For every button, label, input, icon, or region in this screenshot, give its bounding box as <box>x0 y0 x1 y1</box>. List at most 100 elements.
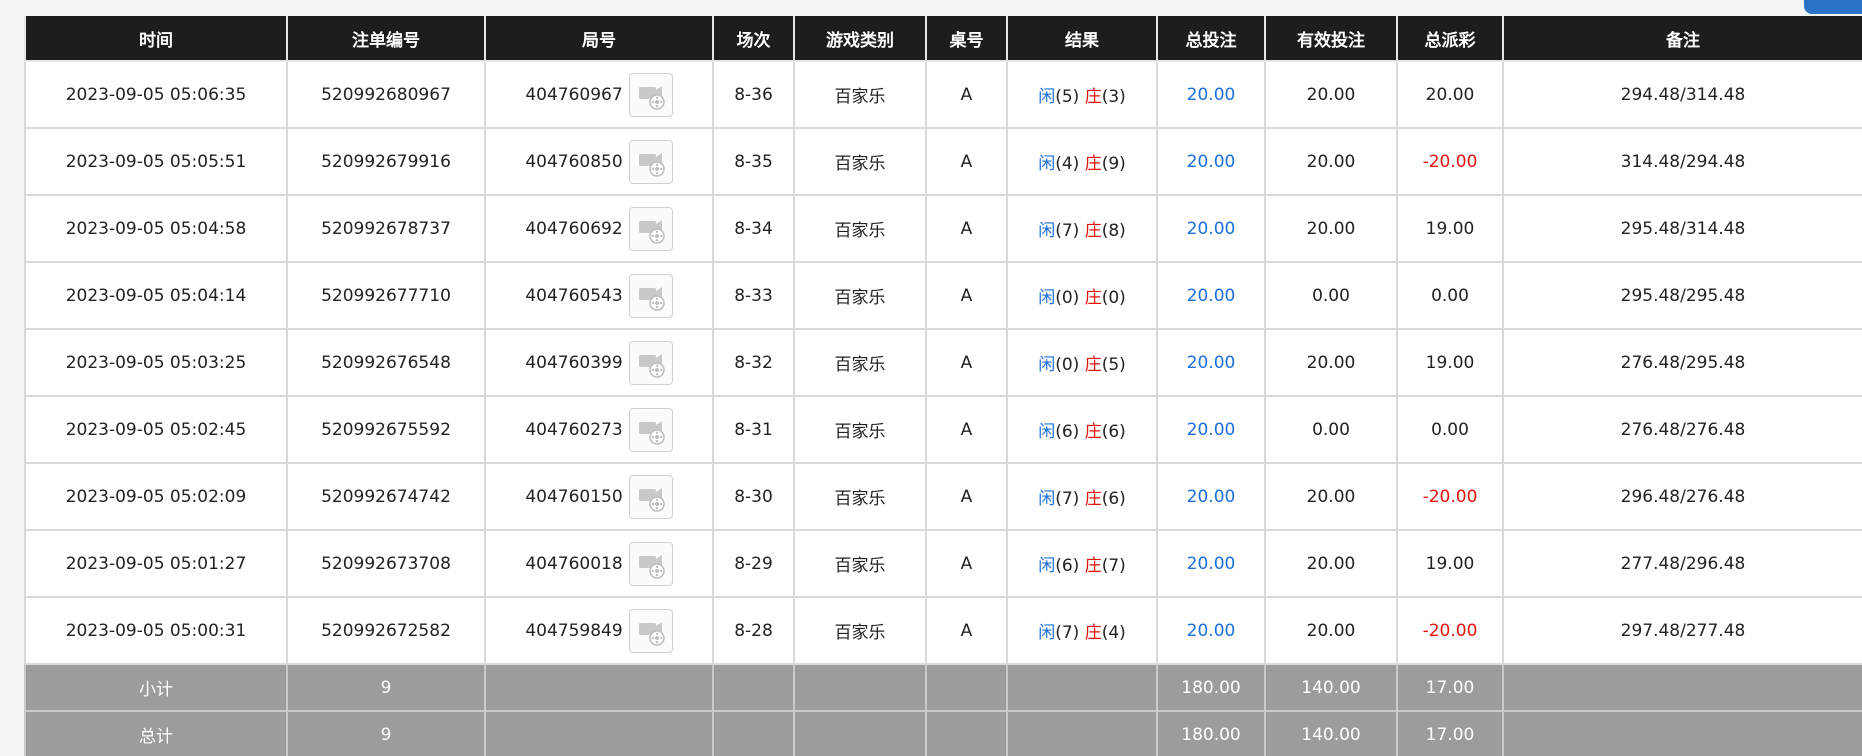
total-count: 9 <box>286 710 486 756</box>
result-banker-label: 庄 <box>1084 489 1102 509</box>
total-empty <box>1502 710 1862 756</box>
header-table: 桌号 <box>925 16 1008 62</box>
total-valid-bet: 140.00 <box>1264 663 1398 712</box>
cell-session: 8-33 <box>712 261 795 330</box>
round-number: 404760692 <box>525 218 623 239</box>
result-player-points: (7) <box>1055 623 1080 643</box>
table-body: 2023-09-05 05:06:35 520992680967 404760967… <box>24 60 1862 665</box>
cell-payout: 19.00 <box>1396 529 1504 598</box>
header-session: 场次 <box>712 16 795 62</box>
result-banker-points: (7) <box>1101 556 1126 576</box>
cell-table: A <box>925 529 1008 598</box>
cell-table: A <box>925 261 1008 330</box>
cell-result: 闲(7) 庄(6) <box>1006 462 1158 531</box>
result-player-label: 闲 <box>1038 489 1056 509</box>
subtotal-row: 小计 9 180.00 140.00 17.00 <box>24 663 1862 712</box>
video-replay-icon[interactable] <box>628 608 673 653</box>
cell-game-type: 百家乐 <box>793 261 927 330</box>
cell-time: 2023-09-05 05:04:58 <box>24 194 288 263</box>
cell-bet-id: 520992672582 <box>286 596 486 665</box>
cell-bet-id: 520992674742 <box>286 462 486 531</box>
bet-history-page: 时间 注单编号 局号 场次 游戏类别 桌号 结果 总投注 有效投注 总派彩 备注… <box>0 0 1862 756</box>
round-number: 404759849 <box>525 620 623 641</box>
table-row: 2023-09-05 05:02:45 520992675592 404760273… <box>24 395 1862 464</box>
video-replay-icon[interactable] <box>628 206 673 251</box>
result-banker-points: (4) <box>1101 623 1126 643</box>
result-banker-label: 庄 <box>1084 623 1102 643</box>
result-banker-points: (8) <box>1101 221 1126 241</box>
cell-valid-bet: 20.00 <box>1264 127 1398 196</box>
cell-total-bet[interactable]: 20.00 <box>1156 596 1266 665</box>
cell-payout: 19.00 <box>1396 328 1504 397</box>
cell-total-bet[interactable]: 20.00 <box>1156 127 1266 196</box>
video-replay-icon[interactable] <box>628 72 673 117</box>
video-replay-icon[interactable] <box>628 541 673 586</box>
cell-session: 8-36 <box>712 60 795 129</box>
cell-table: A <box>925 462 1008 531</box>
cell-game-type: 百家乐 <box>793 529 927 598</box>
cell-time: 2023-09-05 05:02:45 <box>24 395 288 464</box>
total-label: 总计 <box>24 710 288 756</box>
total-empty <box>1006 710 1158 756</box>
video-replay-icon[interactable] <box>628 407 673 452</box>
cell-bet-id: 520992675592 <box>286 395 486 464</box>
result-banker-label: 庄 <box>1084 221 1102 241</box>
grand-total-row: 总计 9 180.00 140.00 17.00 <box>24 710 1862 756</box>
cell-note: 296.48/276.48 <box>1502 462 1862 531</box>
cell-valid-bet: 20.00 <box>1264 462 1398 531</box>
cell-bet-id: 520992677710 <box>286 261 486 330</box>
round-number: 404760850 <box>525 151 623 172</box>
cell-total-bet[interactable]: 20.00 <box>1156 60 1266 129</box>
video-replay-icon[interactable] <box>628 340 673 385</box>
cell-total-bet[interactable]: 20.00 <box>1156 462 1266 531</box>
video-replay-icon[interactable] <box>628 273 673 318</box>
cell-result: 闲(0) 庄(5) <box>1006 328 1158 397</box>
result-player-label: 闲 <box>1038 556 1056 576</box>
cell-total-bet[interactable]: 20.00 <box>1156 194 1266 263</box>
result-banker-label: 庄 <box>1084 288 1102 308</box>
cell-total-bet[interactable]: 20.00 <box>1156 261 1266 330</box>
result-player-points: (6) <box>1055 422 1080 442</box>
video-replay-icon[interactable] <box>628 139 673 184</box>
cell-result: 闲(6) 庄(6) <box>1006 395 1158 464</box>
header-round: 局号 <box>484 16 714 62</box>
cell-payout: 19.00 <box>1396 194 1504 263</box>
total-empty <box>1502 663 1862 712</box>
cell-game-type: 百家乐 <box>793 127 927 196</box>
cell-game-type: 百家乐 <box>793 462 927 531</box>
header-bet-id: 注单编号 <box>286 16 486 62</box>
cell-total-bet[interactable]: 20.00 <box>1156 395 1266 464</box>
cell-payout: 20.00 <box>1396 60 1504 129</box>
cell-game-type: 百家乐 <box>793 596 927 665</box>
cell-time: 2023-09-05 05:02:09 <box>24 462 288 531</box>
total-empty <box>793 663 927 712</box>
cell-valid-bet: 0.00 <box>1264 261 1398 330</box>
header-valid-bet: 有效投注 <box>1264 16 1398 62</box>
cell-note: 276.48/276.48 <box>1502 395 1862 464</box>
result-banker-points: (5) <box>1101 355 1126 375</box>
result-banker-points: (0) <box>1101 288 1126 308</box>
cell-game-type: 百家乐 <box>793 395 927 464</box>
cell-time: 2023-09-05 05:06:35 <box>24 60 288 129</box>
result-banker-label: 庄 <box>1084 355 1102 375</box>
result-player-points: (5) <box>1055 87 1080 107</box>
cell-valid-bet: 20.00 <box>1264 60 1398 129</box>
cell-payout: 0.00 <box>1396 261 1504 330</box>
header-total-bet: 总投注 <box>1156 16 1266 62</box>
cell-time: 2023-09-05 05:04:14 <box>24 261 288 330</box>
cell-round: 404760399 <box>484 328 714 397</box>
cell-result: 闲(5) 庄(3) <box>1006 60 1158 129</box>
corner-tab[interactable] <box>1804 0 1862 14</box>
total-empty <box>484 710 714 756</box>
cell-total-bet[interactable]: 20.00 <box>1156 529 1266 598</box>
table-totals: 小计 9 180.00 140.00 17.00 总计 9 180.00 140.00 17.00 <box>24 663 1862 756</box>
total-payout: 17.00 <box>1396 663 1504 712</box>
cell-payout: -20.00 <box>1396 462 1504 531</box>
video-replay-icon[interactable] <box>628 474 673 519</box>
header-payout: 总派彩 <box>1396 16 1504 62</box>
cell-total-bet[interactable]: 20.00 <box>1156 328 1266 397</box>
cell-round: 404760150 <box>484 462 714 531</box>
cell-note: 297.48/277.48 <box>1502 596 1862 665</box>
header-game-type: 游戏类别 <box>793 16 927 62</box>
round-number: 404760273 <box>525 419 623 440</box>
